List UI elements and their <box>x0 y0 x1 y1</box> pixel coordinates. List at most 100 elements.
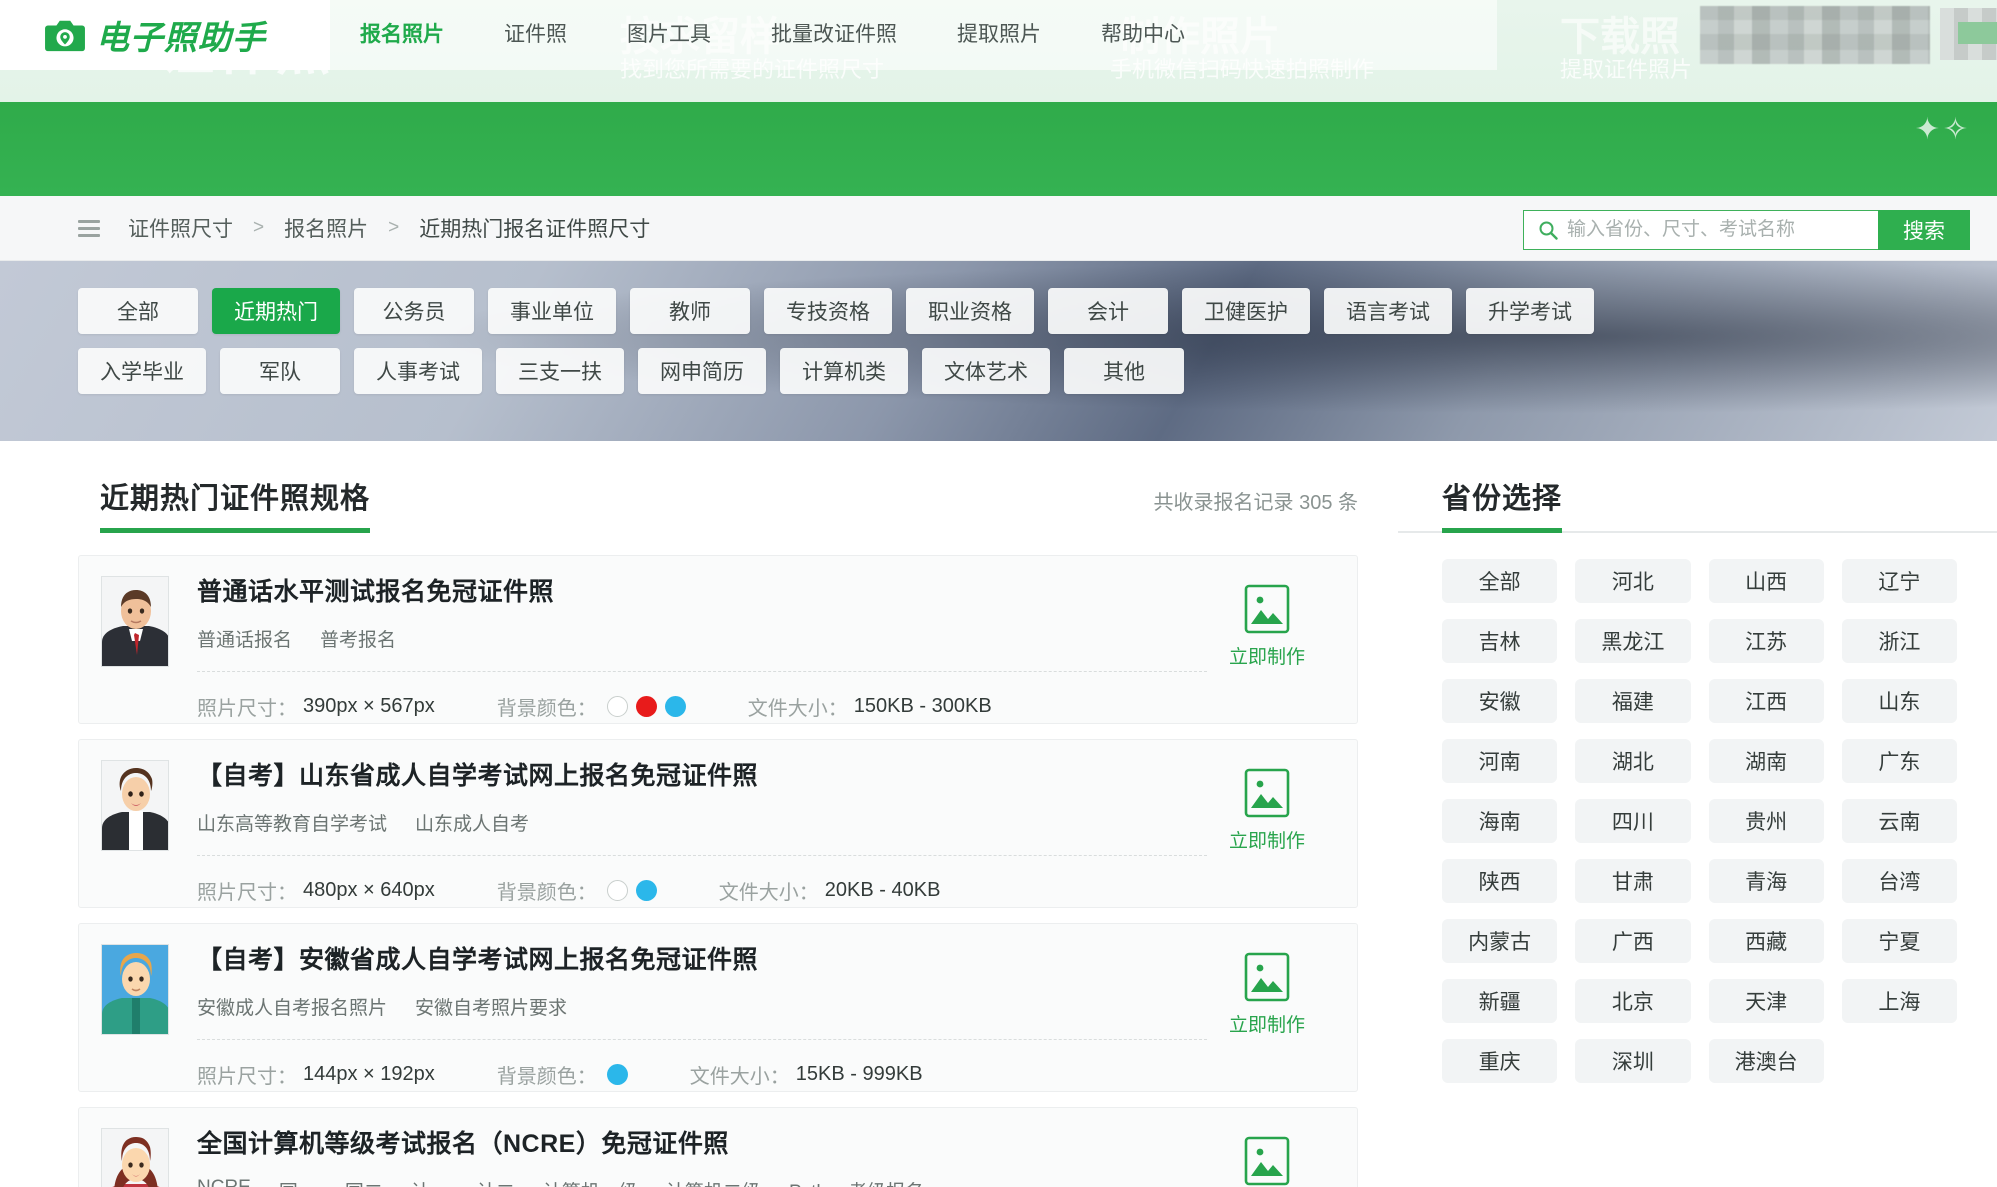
bg-dot-blue[interactable] <box>606 1064 628 1085</box>
province-chip-heilongjiang[interactable]: 黑龙江 <box>1575 619 1691 663</box>
nav-item-piliang-gai[interactable]: 批量改证件照 <box>741 0 927 70</box>
make-now-button[interactable]: 立即制作 <box>1217 584 1317 669</box>
spec-tag[interactable]: 计算机二级 <box>666 1177 761 1187</box>
spec-tag[interactable]: 山东成人自考 <box>415 809 529 836</box>
province-chip-guizhou[interactable]: 贵州 <box>1708 799 1824 843</box>
province-chip-hebei[interactable]: 河北 <box>1575 559 1691 603</box>
nav-item-tupian-gongju[interactable]: 图片工具 <box>597 0 741 70</box>
province-chip-taiwan[interactable]: 台湾 <box>1841 859 1957 903</box>
province-chip-shanxi[interactable]: 山西 <box>1708 559 1824 603</box>
spec-tag[interactable]: 计一 <box>411 1177 449 1187</box>
filter-chip-language-exam[interactable]: 语言考试 <box>1324 288 1452 334</box>
nav-item-zhengjianzhao[interactable]: 证件照 <box>474 0 597 70</box>
filter-chip-teacher[interactable]: 教师 <box>630 288 750 334</box>
make-now-button[interactable]: 立即制作 <box>1217 1136 1317 1187</box>
spec-tag[interactable]: Python考级报名 <box>789 1177 924 1187</box>
filter-chip-online-resume[interactable]: 网申简历 <box>638 348 766 394</box>
province-chip-henan[interactable]: 河南 <box>1442 739 1558 783</box>
filter-chip-professional-qual[interactable]: 专技资格 <box>764 288 892 334</box>
search-input[interactable] <box>1567 219 1867 241</box>
province-chip-jilin[interactable]: 吉林 <box>1442 619 1558 663</box>
province-chip-jiangxi[interactable]: 江西 <box>1708 679 1824 723</box>
bg-dot-white[interactable] <box>606 696 628 717</box>
province-chip-xinjiang[interactable]: 新疆 <box>1442 979 1558 1023</box>
breadcrumb-item-2[interactable]: 报名照片 <box>284 213 368 243</box>
province-chip-shaanxi[interactable]: 陕西 <box>1442 859 1558 903</box>
bg-dot-blue[interactable] <box>635 880 657 901</box>
filter-chip-vocational-qual[interactable]: 职业资格 <box>906 288 1034 334</box>
province-chip-sichuan[interactable]: 四川 <box>1575 799 1691 843</box>
nav-item-bangzhu-zhongxin[interactable]: 帮助中心 <box>1071 0 1215 70</box>
province-chip-guangxi[interactable]: 广西 <box>1575 919 1691 963</box>
logo[interactable]: 电子照助手 <box>0 0 330 70</box>
filter-chip-recent-hot[interactable]: 近期热门 <box>212 288 340 334</box>
filter-chip-health-medical[interactable]: 卫健医护 <box>1182 288 1310 334</box>
province-chip-chongqing[interactable]: 重庆 <box>1442 1039 1558 1083</box>
province-chip-hunan[interactable]: 湖南 <box>1708 739 1824 783</box>
spec-tag[interactable]: 国二 <box>345 1177 383 1187</box>
make-now-button[interactable]: 立即制作 <box>1217 952 1317 1037</box>
spec-tag[interactable]: 计算机一级 <box>543 1177 638 1187</box>
search-field[interactable] <box>1523 210 1878 250</box>
filter-chip-accounting[interactable]: 会计 <box>1048 288 1168 334</box>
bg-dot-red[interactable] <box>635 696 657 717</box>
bg-dot-blue[interactable] <box>664 696 686 717</box>
nav-item-baoming-zhaopian[interactable]: 报名照片 <box>330 0 474 70</box>
breadcrumb-item-1[interactable]: 证件照尺寸 <box>128 213 233 243</box>
search-button[interactable]: 搜索 <box>1878 210 1970 250</box>
spec-tag[interactable]: 国一 <box>279 1177 317 1187</box>
province-chip-guangdong[interactable]: 广东 <box>1841 739 1957 783</box>
list-menu-icon[interactable] <box>78 219 100 237</box>
spec-title[interactable]: 全国计算机等级考试报名（NCRE）免冠证件照 <box>197 1124 1207 1160</box>
province-chip-qinghai[interactable]: 青海 <box>1708 859 1824 903</box>
province-chip-jiangsu[interactable]: 江苏 <box>1708 619 1824 663</box>
province-chip-zhejiang[interactable]: 浙江 <box>1841 619 1957 663</box>
filter-chip-advancement-exam[interactable]: 升学考试 <box>1466 288 1594 334</box>
province-chip-fujian[interactable]: 福建 <box>1575 679 1691 723</box>
table-row[interactable]: 全国计算机等级考试报名（NCRE）免冠证件照 NCRE 国一 国二 计一 计二 … <box>78 1107 1358 1187</box>
province-chip-shenzhen[interactable]: 深圳 <box>1575 1039 1691 1083</box>
province-chip-hubei[interactable]: 湖北 <box>1575 739 1691 783</box>
page-body: 近期热门证件照规格 共收录报名记录 305 条 普通话水平测试报名免冠证件照 普… <box>0 441 1997 1187</box>
province-chip-xizang[interactable]: 西藏 <box>1708 919 1824 963</box>
filter-chip-enrollment-graduation[interactable]: 入学毕业 <box>78 348 206 394</box>
bg-dot-white[interactable] <box>606 880 628 901</box>
province-chip-yunnan[interactable]: 云南 <box>1841 799 1957 843</box>
province-chip-anhui[interactable]: 安徽 <box>1442 679 1558 723</box>
filter-chip-all[interactable]: 全部 <box>78 288 198 334</box>
filter-chip-public-institution[interactable]: 事业单位 <box>488 288 616 334</box>
spec-tag[interactable]: 计二 <box>477 1177 515 1187</box>
table-row[interactable]: 普通话水平测试报名免冠证件照 普通话报名 普考报名 照片尺寸： 390px × … <box>78 555 1358 724</box>
spec-title[interactable]: 【自考】安徽省成人自学考试网上报名免冠证件照 <box>197 940 1207 976</box>
spec-tag[interactable]: 安徽成人自考报名照片 <box>197 993 387 1020</box>
filter-chip-personnel-exam[interactable]: 人事考试 <box>354 348 482 394</box>
province-chip-tianjin[interactable]: 天津 <box>1708 979 1824 1023</box>
spec-tag[interactable]: 安徽自考照片要求 <box>415 993 567 1020</box>
spec-tag[interactable]: 普通话报名 <box>197 625 292 652</box>
province-chip-shanghai[interactable]: 上海 <box>1841 979 1957 1023</box>
spec-title[interactable]: 【自考】山东省成人自学考试网上报名免冠证件照 <box>197 756 1207 792</box>
province-chip-neimenggu[interactable]: 内蒙古 <box>1442 919 1558 963</box>
filter-chip-civil-servant[interactable]: 公务员 <box>354 288 474 334</box>
table-row[interactable]: 【自考】山东省成人自学考试网上报名免冠证件照 山东高等教育自学考试 山东成人自考… <box>78 739 1358 908</box>
province-chip-beijing[interactable]: 北京 <box>1575 979 1691 1023</box>
filter-chip-arts-sports[interactable]: 文体艺术 <box>922 348 1050 394</box>
province-chip-gangaotai[interactable]: 港澳台 <box>1708 1039 1824 1083</box>
filter-chip-sanzhiyifu[interactable]: 三支一扶 <box>496 348 624 394</box>
province-chip-shandong[interactable]: 山东 <box>1841 679 1957 723</box>
province-chip-all[interactable]: 全部 <box>1442 559 1558 603</box>
spec-tag[interactable]: 普考报名 <box>320 625 396 652</box>
filter-chip-computer[interactable]: 计算机类 <box>780 348 908 394</box>
spec-tag[interactable]: 山东高等教育自学考试 <box>197 809 387 836</box>
make-now-button[interactable]: 立即制作 <box>1217 768 1317 853</box>
province-chip-liaoning[interactable]: 辽宁 <box>1841 559 1957 603</box>
table-row[interactable]: 【自考】安徽省成人自学考试网上报名免冠证件照 安徽成人自考报名照片 安徽自考照片… <box>78 923 1358 1092</box>
spec-tag[interactable]: NCRE <box>197 1177 251 1187</box>
filter-chip-military[interactable]: 军队 <box>220 348 340 394</box>
nav-item-tiqu-zhaopian[interactable]: 提取照片 <box>927 0 1071 70</box>
province-chip-ningxia[interactable]: 宁夏 <box>1841 919 1957 963</box>
province-chip-gansu[interactable]: 甘肃 <box>1575 859 1691 903</box>
province-chip-hainan[interactable]: 海南 <box>1442 799 1558 843</box>
spec-title[interactable]: 普通话水平测试报名免冠证件照 <box>197 572 1207 608</box>
filter-chip-other[interactable]: 其他 <box>1064 348 1184 394</box>
